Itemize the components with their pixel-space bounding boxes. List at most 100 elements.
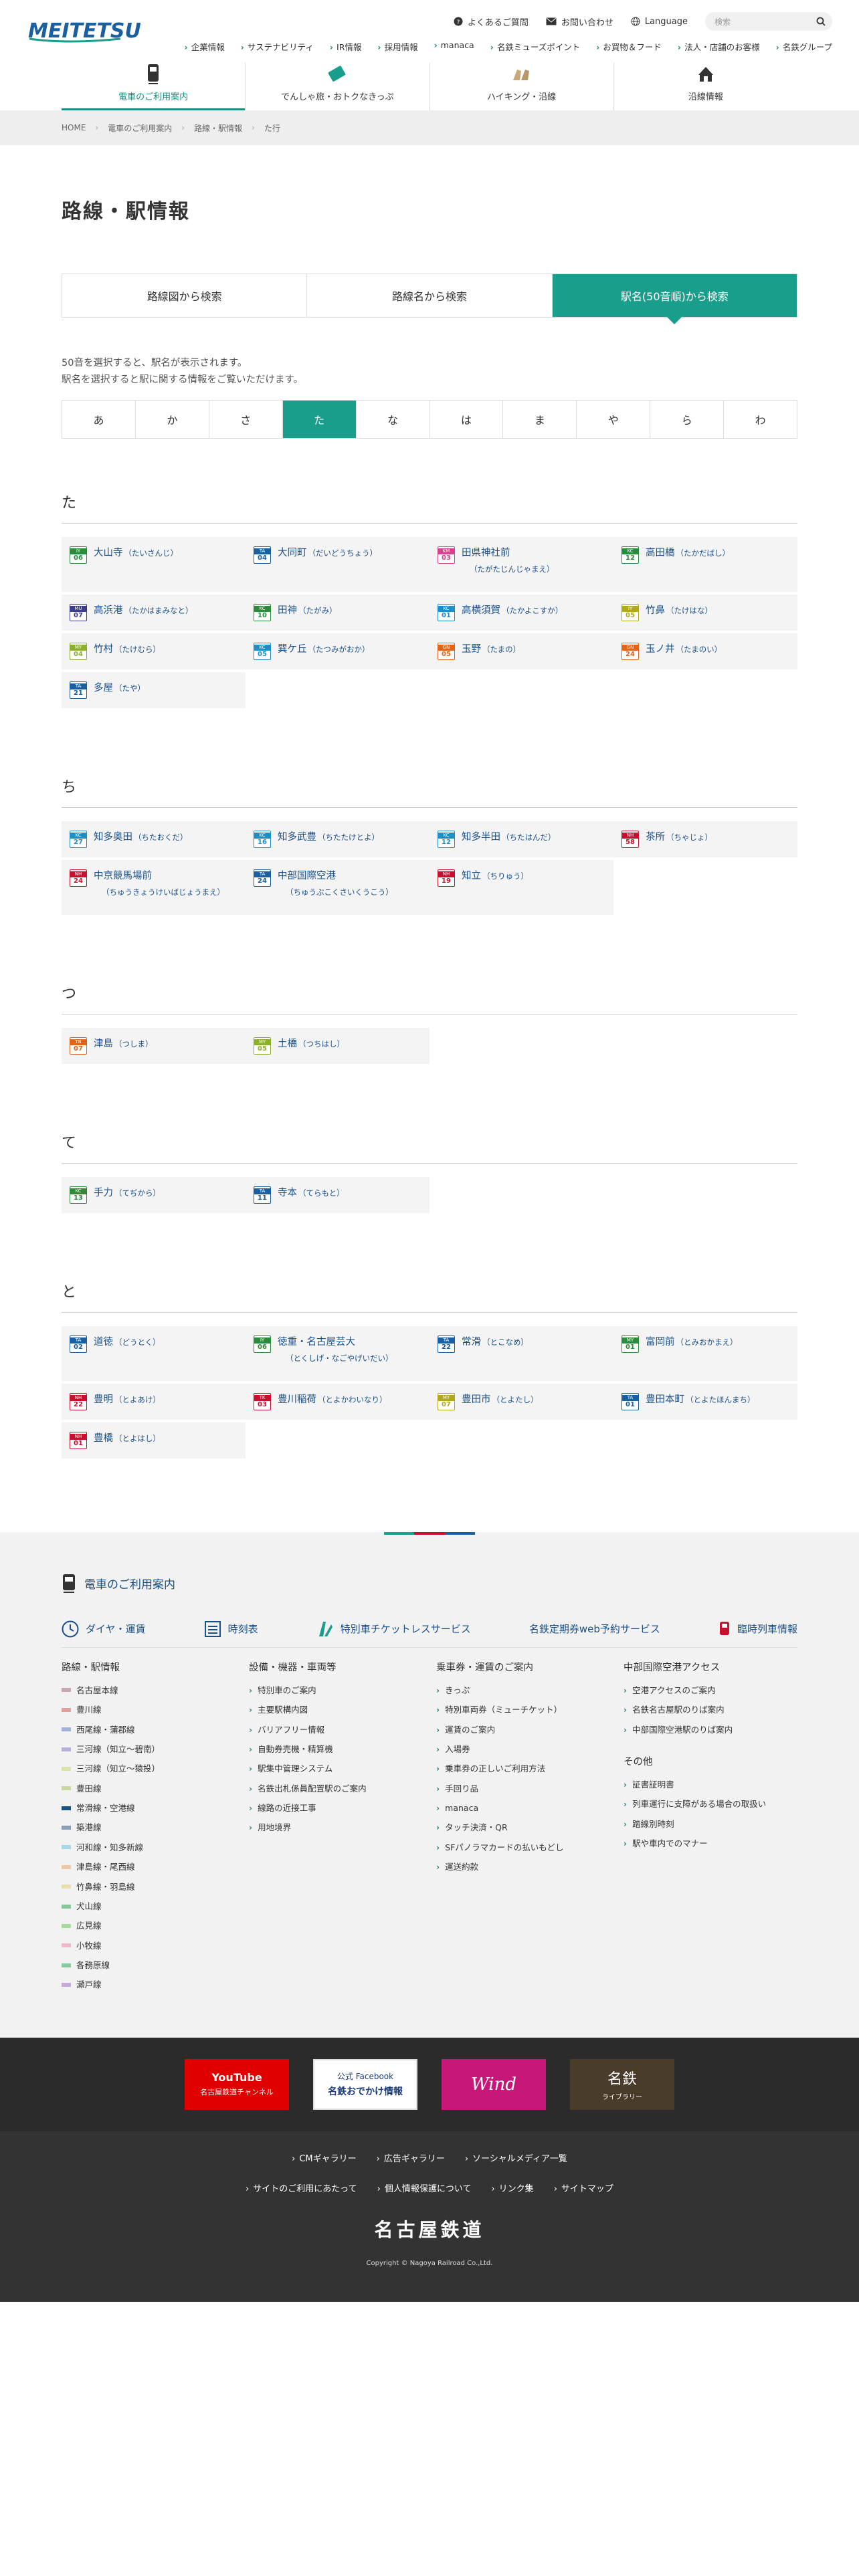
- station-name[interactable]: 道徳: [94, 1337, 113, 1348]
- station-name[interactable]: 豊橋: [94, 1433, 113, 1444]
- station-item[interactable]: NH 22 豊明 （とよあけ）: [62, 1383, 246, 1420]
- footer-list-item[interactable]: 豊田線: [62, 1779, 235, 1798]
- subnav-item[interactable]: 名鉄ミューズポイント: [490, 40, 580, 53]
- station-name[interactable]: 巽ケ丘: [278, 644, 307, 655]
- station-name[interactable]: 知立: [462, 871, 481, 881]
- footer-list-item[interactable]: › 踏線別時刻: [624, 1814, 797, 1834]
- youtube-banner[interactable]: YouTube 名古屋鉄道チャンネル: [185, 2058, 289, 2110]
- footer-list-item[interactable]: › タッチ決済・QR: [436, 1818, 610, 1837]
- station-name[interactable]: 豊田本町: [646, 1394, 684, 1405]
- subnav-item[interactable]: manaca: [434, 40, 474, 53]
- nav-train-guide[interactable]: 電車のご利用案内: [62, 63, 246, 110]
- subnav-item[interactable]: 企業情報: [185, 40, 225, 53]
- footer-list-item[interactable]: 築港線: [62, 1818, 235, 1837]
- footer-link[interactable]: 広告ギャラリー: [377, 2151, 445, 2164]
- footer-list-item[interactable]: 小牧線: [62, 1936, 235, 1955]
- footer-list-item[interactable]: › バリアフリー情報: [249, 1720, 423, 1739]
- footer-link[interactable]: リンク集: [491, 2181, 534, 2194]
- station-item[interactable]: TB 07 津島 （つしま）: [62, 1027, 246, 1064]
- footer-list-item[interactable]: 名古屋本線: [62, 1681, 235, 1700]
- nav-area-info[interactable]: 沿線情報: [613, 63, 797, 110]
- station-item[interactable]: KC 12 知多半田 （ちたはんだ）: [430, 821, 613, 857]
- station-item[interactable]: IY 06 大山寺 （たいさんじ）: [62, 536, 246, 592]
- station-name[interactable]: 徳重・名古屋芸大: [278, 1337, 355, 1348]
- tab-route-map[interactable]: 路線図から検索: [62, 274, 306, 317]
- language-link[interactable]: Language: [631, 17, 688, 27]
- station-item[interactable]: MY 01 富岡前 （とみおかまえ）: [613, 1325, 797, 1381]
- station-name[interactable]: 高田橋: [646, 548, 675, 558]
- footer-link[interactable]: サイトのご利用にあたって: [246, 2181, 357, 2194]
- footer-list-item[interactable]: 豊川線: [62, 1700, 235, 1719]
- footer-list-item[interactable]: › manaca: [436, 1798, 610, 1818]
- kana-na[interactable]: な: [355, 400, 430, 438]
- footer-list-item[interactable]: 三河線（知立〜猿投）: [62, 1759, 235, 1778]
- station-item[interactable]: NH 24 中京競馬場前 （ちゅうきょうけいばじょうまえ）: [62, 859, 246, 915]
- wind-banner[interactable]: Wind: [442, 2058, 546, 2110]
- kana-ma[interactable]: ま: [502, 400, 576, 438]
- station-name[interactable]: 大同町: [278, 548, 307, 558]
- footer-list-item[interactable]: › 用地境界: [249, 1818, 423, 1837]
- station-name[interactable]: 田県神社前: [462, 548, 510, 558]
- footer-list-item[interactable]: › 運送約款: [436, 1857, 610, 1876]
- station-item[interactable]: KC 01 高横須賀 （たかよこすか）: [430, 594, 613, 631]
- station-name[interactable]: 寺本: [278, 1188, 297, 1198]
- footer-list-item[interactable]: › 乗車券の正しいご利用方法: [436, 1759, 610, 1778]
- subnav-item[interactable]: お買物＆フード: [596, 40, 662, 53]
- station-item[interactable]: TA 11 寺本 （てらもと）: [246, 1176, 430, 1213]
- kana-ya[interactable]: や: [576, 400, 650, 438]
- footer-list-item[interactable]: › 空港アクセスのご案内: [624, 1681, 797, 1700]
- station-name[interactable]: 豊明: [94, 1394, 113, 1405]
- search-input[interactable]: 検索: [705, 12, 832, 31]
- kana-ha[interactable]: は: [429, 400, 503, 438]
- footer-link[interactable]: 個人情報保護について: [377, 2181, 472, 2194]
- link-ticketless[interactable]: 特別車チケットレスサービス: [316, 1620, 471, 1638]
- footer-list-item[interactable]: › 駅や車内でのマナー: [624, 1834, 797, 1853]
- station-item[interactable]: KM 03 田県神社前 （たがたじんじゃまえ）: [430, 536, 613, 592]
- station-item[interactable]: TA 02 道徳 （どうとく）: [62, 1325, 246, 1381]
- station-item[interactable]: KC 12 高田橋 （たかだばし）: [613, 536, 797, 592]
- station-name[interactable]: 富岡前: [646, 1337, 675, 1348]
- breadcrumb-home[interactable]: HOME: [62, 123, 86, 132]
- footer-list-item[interactable]: 各務原線: [62, 1955, 235, 1975]
- station-item[interactable]: NH 19 知立 （ちりゅう）: [430, 859, 613, 915]
- station-item[interactable]: KC 27 知多奥田 （ちたおくだ）: [62, 821, 246, 857]
- kana-wa[interactable]: わ: [723, 400, 797, 438]
- footer-list-item[interactable]: › 主要駅構内図: [249, 1700, 423, 1719]
- footer-list-item[interactable]: › 列車運行に支障がある場合の取扱い: [624, 1794, 797, 1814]
- footer-list-item[interactable]: › 中部国際空港駅のりば案内: [624, 1720, 797, 1739]
- station-name[interactable]: 常滑: [462, 1337, 481, 1348]
- station-name[interactable]: 多屋: [94, 683, 113, 693]
- nav-train-travel[interactable]: でんしゃ旅・おトクなきっぷ: [245, 63, 429, 110]
- station-name[interactable]: 知多奥田: [94, 832, 132, 843]
- footer-list-item[interactable]: › 線路の近接工事: [249, 1798, 423, 1818]
- station-item[interactable]: NH 58 茶所 （ちゃじょ）: [613, 821, 797, 857]
- station-item[interactable]: IY 06 徳重・名古屋芸大 （とくしげ・なごやげいだい）: [246, 1325, 430, 1381]
- station-item[interactable]: TA 22 常滑 （とこなめ）: [430, 1325, 613, 1381]
- footer-list-item[interactable]: › 自動券売機・精算機: [249, 1739, 423, 1759]
- station-name[interactable]: 玉野: [462, 644, 481, 655]
- subnav-item[interactable]: 法人・店舗のお客様: [678, 40, 760, 53]
- link-special-trains[interactable]: 臨時列車情報: [719, 1620, 797, 1638]
- footer-link[interactable]: サイトマップ: [554, 2181, 613, 2194]
- station-item[interactable]: NH 01 豊橋 （とよはし）: [62, 1422, 246, 1459]
- tab-station-kana[interactable]: 駅名(50音順)から検索: [551, 274, 797, 324]
- station-name[interactable]: 知多半田: [462, 832, 500, 843]
- footer-list-item[interactable]: › 駅集中管理システム: [249, 1759, 423, 1778]
- breadcrumb-train-guide[interactable]: 電車のご利用案内: [108, 122, 172, 134]
- station-item[interactable]: MY 07 豊田市 （とよたし）: [430, 1383, 613, 1420]
- station-name[interactable]: 玉ノ井: [646, 644, 675, 655]
- station-name[interactable]: 茶所: [646, 832, 665, 843]
- kana-ta[interactable]: た: [282, 400, 356, 438]
- faq-link[interactable]: ? よくあるご質問: [454, 15, 529, 28]
- station-name[interactable]: 高浜港: [94, 605, 123, 616]
- station-name[interactable]: 竹村: [94, 644, 113, 655]
- station-name[interactable]: 中京競馬場前: [94, 871, 152, 881]
- footer-list-item[interactable]: 常滑線・空港線: [62, 1798, 235, 1818]
- station-item[interactable]: KC 16 知多武豊 （ちたたけとよ）: [246, 821, 430, 857]
- meitetsu-logo[interactable]: MEITETSU: [27, 9, 144, 47]
- link-commuter-pass[interactable]: 名鉄定期券web予約サービス: [529, 1622, 660, 1636]
- footer-list-item[interactable]: › 特別車両券（ミューチケット）: [436, 1700, 610, 1719]
- station-name[interactable]: 田神: [278, 605, 297, 616]
- station-item[interactable]: MY 04 竹村 （たけむら）: [62, 633, 246, 669]
- kana-ka[interactable]: か: [134, 400, 209, 438]
